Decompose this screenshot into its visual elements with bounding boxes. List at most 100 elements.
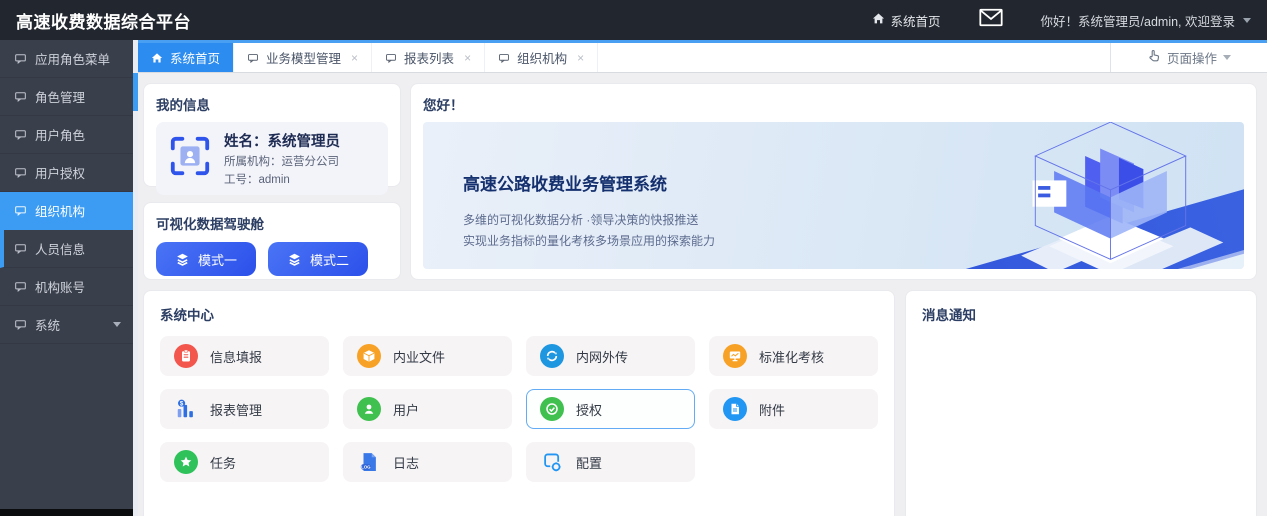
header-home-label: 系统首页 bbox=[891, 11, 941, 30]
layers-icon bbox=[287, 252, 302, 267]
my-info-title: 我的信息 bbox=[156, 94, 388, 114]
comment-icon bbox=[14, 128, 27, 141]
mode-buttons: 模式一 模式二 bbox=[156, 242, 388, 276]
tab-4[interactable]: 组织机构 × bbox=[485, 43, 598, 72]
sidebar-item-label: 应用角色菜单 bbox=[35, 49, 110, 68]
layers-icon bbox=[175, 252, 190, 267]
top-header: 高速收费数据综合平台 系统首页 你好！系统管理员/admin, 欢迎登录 bbox=[0, 0, 1267, 40]
tile-log[interactable]: LOG日志 bbox=[343, 442, 512, 482]
mode-button-2[interactable]: 模式二 bbox=[268, 242, 368, 276]
tab-2[interactable]: 业务模型管理 × bbox=[234, 43, 372, 72]
sidebar-item-6[interactable]: 人员信息 bbox=[0, 230, 133, 268]
tile-label: 授权 bbox=[576, 400, 602, 419]
star-icon bbox=[174, 450, 198, 474]
close-icon[interactable]: × bbox=[464, 51, 471, 65]
tile-check[interactable]: 授权 bbox=[526, 389, 695, 429]
comment-icon bbox=[14, 166, 27, 179]
chart-icon: $ bbox=[174, 397, 198, 421]
tile-monitor[interactable]: 标准化考核 bbox=[709, 336, 878, 376]
banner-line-2: 实现业务指标的量化考核多场景应用的探索能力 bbox=[463, 232, 715, 249]
welcome-title: 您好！ bbox=[423, 94, 1244, 114]
check-icon bbox=[540, 397, 564, 421]
tab-3[interactable]: 报表列表 × bbox=[372, 43, 485, 72]
app-window: 高速收费数据综合平台 系统首页 你好！系统管理员/admin, 欢迎登录 bbox=[0, 0, 1267, 516]
tile-star[interactable]: 任务 bbox=[160, 442, 329, 482]
profile-box: 姓名：系统管理员 所属机构：运营分公司 工号：admin bbox=[156, 122, 388, 195]
doc-icon bbox=[723, 397, 747, 421]
pointer-hand-icon bbox=[1147, 49, 1161, 66]
sidebar-item-3[interactable]: 用户角色 bbox=[0, 116, 133, 154]
main-content: 系统首页 业务模型管理 × 报表列表 × 组织机构 × 页面操作 我的信息 bbox=[138, 40, 1267, 516]
system-center-tiles: 信息填报 内业文件 内网外传 标准化考核 $ 报表管理 用户 授权 附件任务 LOG日志配置 bbox=[160, 336, 878, 482]
greeting-text: 你好！系统管理员/admin, 欢迎登录 bbox=[1041, 11, 1235, 30]
chevron-down-icon bbox=[113, 322, 121, 327]
sidebar-item-label: 角色管理 bbox=[35, 87, 85, 106]
mode-button-1[interactable]: 模式一 bbox=[156, 242, 256, 276]
tile-label: 内业文件 bbox=[393, 347, 445, 366]
clipboard-icon bbox=[174, 344, 198, 368]
header-home-link[interactable]: 系统首页 bbox=[872, 11, 941, 30]
page-actions-label: 页面操作 bbox=[1167, 48, 1217, 67]
tile-label: 报表管理 bbox=[210, 400, 262, 419]
notice-card: 消息通知 bbox=[905, 290, 1257, 516]
package-icon bbox=[357, 344, 381, 368]
close-icon[interactable]: × bbox=[351, 51, 358, 65]
tile-package[interactable]: 内业文件 bbox=[343, 336, 512, 376]
sidebar-item-7[interactable]: 机构账号 bbox=[0, 268, 133, 306]
sidebar-item-1[interactable]: 应用角色菜单 bbox=[0, 40, 133, 78]
tab-label: 业务模型管理 bbox=[266, 48, 341, 67]
tile-label: 用户 bbox=[393, 400, 419, 419]
sidebar-item-8[interactable]: 系统 bbox=[0, 306, 133, 344]
sidebar-scrollbar[interactable] bbox=[133, 40, 138, 516]
id-badge-icon bbox=[168, 134, 212, 183]
sidebar-item-5[interactable]: 组织机构 bbox=[0, 192, 133, 230]
tile-gear[interactable]: 配置 bbox=[526, 442, 695, 482]
mail-button[interactable] bbox=[979, 8, 1003, 32]
system-center-title: 系统中心 bbox=[160, 304, 878, 324]
svg-text:LOG: LOG bbox=[361, 464, 371, 469]
sidebar-item-label: 人员信息 bbox=[35, 239, 85, 258]
dashboard-title: 可视化数据驾驶舱 bbox=[156, 213, 388, 233]
close-icon[interactable]: × bbox=[577, 51, 584, 65]
comment-icon bbox=[14, 204, 27, 217]
welcome-card: 您好！ bbox=[410, 83, 1257, 280]
sidebar-item-label: 用户授权 bbox=[35, 163, 85, 182]
profile-org: 所属机构：运营分公司 bbox=[224, 153, 340, 169]
tile-doc[interactable]: 附件 bbox=[709, 389, 878, 429]
home-icon bbox=[151, 52, 163, 64]
comment-icon bbox=[14, 318, 27, 331]
mode-button-label: 模式二 bbox=[310, 250, 349, 269]
user-menu[interactable]: 你好！系统管理员/admin, 欢迎登录 bbox=[1041, 11, 1251, 30]
sync-icon bbox=[540, 344, 564, 368]
tab-label: 报表列表 bbox=[404, 48, 454, 67]
comment-icon bbox=[14, 52, 27, 65]
notice-title: 消息通知 bbox=[922, 304, 1240, 324]
comment-icon bbox=[14, 90, 27, 103]
tab-list: 系统首页 业务模型管理 × 报表列表 × 组织机构 × bbox=[138, 43, 598, 72]
tile-user[interactable]: 用户 bbox=[343, 389, 512, 429]
sidebar-item-2[interactable]: 角色管理 bbox=[0, 78, 133, 116]
profile-id: 工号：admin bbox=[224, 171, 340, 187]
tile-label: 任务 bbox=[210, 453, 236, 472]
chevron-down-icon bbox=[1243, 18, 1251, 23]
user-icon bbox=[357, 397, 381, 421]
tile-sync[interactable]: 内网外传 bbox=[526, 336, 695, 376]
tile-label: 内网外传 bbox=[576, 347, 628, 366]
monitor-icon bbox=[723, 344, 747, 368]
comment-icon bbox=[247, 52, 259, 64]
page-body: 我的信息 姓名：系统管理员 bbox=[138, 73, 1267, 516]
banner-line-1: 多维的可视化数据分析 ·领导决策的快报推送 bbox=[463, 211, 715, 228]
tab-1[interactable]: 系统首页 bbox=[138, 43, 234, 72]
my-info-card: 我的信息 姓名：系统管理员 bbox=[143, 83, 401, 187]
page-actions-button[interactable]: 页面操作 bbox=[1110, 43, 1267, 72]
sidebar-scrollbar-thumb[interactable] bbox=[133, 73, 138, 111]
tile-clipboard[interactable]: 信息填报 bbox=[160, 336, 329, 376]
tab-label: 组织机构 bbox=[517, 48, 567, 67]
sidebar-item-4[interactable]: 用户授权 bbox=[0, 154, 133, 192]
banner-heading: 高速公路收费业务管理系统 bbox=[463, 170, 715, 195]
comment-icon bbox=[498, 52, 510, 64]
sidebar-item-label: 用户角色 bbox=[35, 125, 85, 144]
sidebar-item-label: 机构账号 bbox=[35, 277, 85, 296]
server-illustration-icon bbox=[993, 122, 1228, 269]
tile-chart[interactable]: $ 报表管理 bbox=[160, 389, 329, 429]
